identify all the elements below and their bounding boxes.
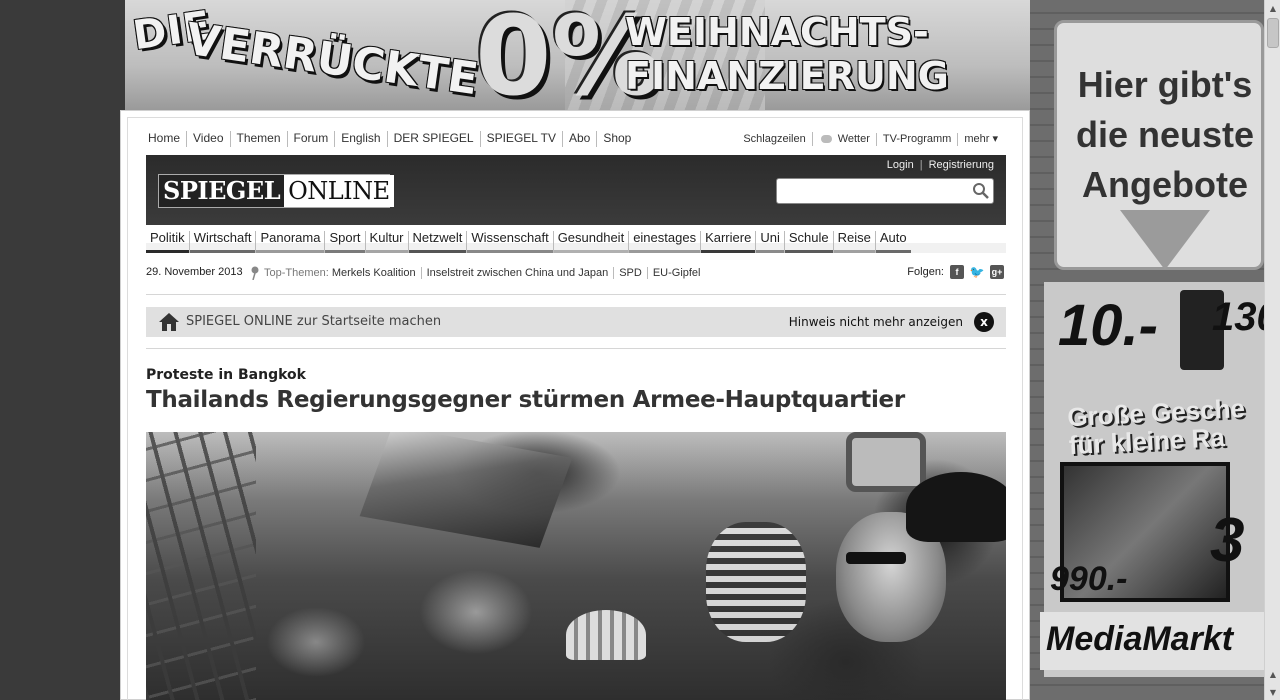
nav-wetter-label: Wetter (837, 132, 870, 145)
weather-icon (819, 132, 835, 146)
section-netzwelt[interactable]: Netzwelt (407, 231, 467, 253)
section-politik[interactable]: Politik (146, 231, 189, 253)
page-container: Home Video Themen Forum English DER SPIE… (120, 110, 1030, 700)
scroll-down-button[interactable]: ▲ (1265, 666, 1280, 682)
nav-home[interactable]: Home (146, 131, 186, 147)
register-link[interactable]: Registrierung (929, 159, 994, 171)
section-wirtschaft[interactable]: Wirtschaft (188, 231, 256, 253)
nav-der-spiegel[interactable]: DER SPIEGEL (386, 131, 480, 147)
section-einestages[interactable]: einestages (628, 231, 700, 253)
nav-schlagzeilen[interactable]: Schlagzeilen (737, 133, 811, 146)
search-input[interactable] (776, 178, 994, 204)
nav-mehr-dropdown[interactable]: mehr ▾ (957, 132, 1004, 146)
skyscraper-ad[interactable]: Hier gibt's die neuste Angebote 10.- 130… (1030, 0, 1264, 700)
section-kultur[interactable]: Kultur (364, 231, 408, 253)
current-date: 29. November 2013 (146, 266, 243, 278)
ad-sign-line1: Hier gibt's (1077, 64, 1253, 105)
section-sport[interactable]: Sport (324, 231, 365, 253)
banner-verrueckte-text: VERRÜCKTE (182, 13, 482, 106)
homepage-hint-bar: SPIEGEL ONLINE zur Startseite machen Hin… (146, 307, 1006, 337)
section-nav: Politik Wirtschaft Panorama Sport Kultur Netz… (146, 231, 1006, 253)
scroll-down-button-2[interactable]: ▼ (1265, 684, 1280, 700)
banner-line-finanzierung: FINANZIERUNG (625, 54, 949, 98)
close-icon[interactable]: x (974, 312, 994, 332)
login-separator: | (919, 159, 923, 171)
logo-spiegel: SPIEGEL (159, 175, 285, 207)
section-wissenschaft[interactable]: Wissenschaft (466, 231, 554, 253)
pin-icon (251, 266, 259, 280)
ad-brand-logo: MediaMarkt (1046, 620, 1234, 658)
divider (146, 348, 1006, 349)
ad-price-990: 990.- (1050, 560, 1128, 598)
photo-sunglasses (846, 552, 906, 564)
googleplus-icon[interactable]: g+ (990, 265, 1004, 279)
banner-ad[interactable]: DIE VERRÜCKTE 0% WEIHNACHTS- FINANZIERUN… (125, 0, 1030, 110)
section-reise[interactable]: Reise (832, 231, 876, 253)
photo-gate (146, 432, 256, 700)
section-panorama[interactable]: Panorama (255, 231, 325, 253)
nav-video[interactable]: Video (186, 131, 229, 147)
photo-drum (846, 432, 926, 492)
ad-sign-line3: Angebote (1082, 164, 1248, 205)
nav-spiegel-tv[interactable]: SPIEGEL TV (479, 131, 562, 147)
banner-line-weihnachts: WEIHNACHTS- (625, 10, 929, 54)
home-icon (159, 313, 179, 331)
ad-price-3: 3 (1210, 506, 1245, 575)
service-nav: Home Video Themen Forum English DER SPIE… (146, 131, 637, 147)
section-gesundheit[interactable]: Gesundheit (552, 231, 629, 253)
logo-online: ONLINE (284, 175, 394, 207)
ad-sign-line2: die neuste (1075, 114, 1255, 155)
nav-abo[interactable]: Abo (561, 131, 596, 147)
topic-link[interactable]: Merkels Koalition (332, 267, 421, 279)
article-headline[interactable]: Thailands Regierungsgegner stürmen Armee… (146, 387, 1006, 413)
top-topics-label: Top-Themen: (264, 267, 329, 279)
divider (146, 294, 1006, 295)
scroll-thumb[interactable] (1267, 18, 1279, 48)
article-kicker[interactable]: Proteste in Bangkok (146, 367, 306, 383)
ad-price-10: 10.- (1058, 293, 1158, 358)
nav-english[interactable]: English (334, 131, 386, 147)
article-photo[interactable] (146, 432, 1006, 700)
spiegel-online-logo[interactable]: SPIEGEL ONLINE (158, 174, 394, 208)
topic-link[interactable]: SPD (613, 267, 647, 279)
login-bar: Login | Registrierung (887, 159, 994, 171)
nav-wetter[interactable]: Wetter (811, 132, 876, 146)
search-icon[interactable] (972, 182, 990, 200)
ad-arrow (1120, 210, 1210, 270)
nav-tv-programm[interactable]: TV-Programm (875, 132, 957, 146)
banner-weihnachts-text: WEIHNACHTS- FINANZIERUNG (625, 10, 949, 98)
hint-dismiss-link[interactable]: Hinweis nicht mehr anzeigen (789, 315, 963, 329)
section-schule[interactable]: Schule (783, 231, 833, 253)
facebook-icon[interactable]: f (950, 265, 964, 279)
topic-link[interactable]: EU-Gipfel (646, 267, 706, 279)
nav-forum[interactable]: Forum (286, 131, 335, 147)
photo-helmet (566, 610, 646, 660)
date-row: 29. November 2013 Top-Themen: Merkels Ko… (146, 265, 1006, 286)
section-auto[interactable]: Auto (874, 231, 911, 253)
ad-price-130: 130 (1212, 295, 1264, 339)
ad-sign-text: Hier gibt's die neuste Angebote (1065, 60, 1264, 210)
ad-slogan: Große Gesche für kleine Ra (1067, 393, 1264, 460)
photo-striped-scarf (706, 522, 806, 642)
top-topics: Top-Themen: Merkels Koalition Inselstrei… (250, 266, 706, 280)
hint-text[interactable]: SPIEGEL ONLINE zur Startseite machen (186, 314, 441, 329)
section-karriere[interactable]: Karriere (700, 231, 756, 253)
nav-shop[interactable]: Shop (596, 131, 637, 147)
vertical-scrollbar[interactable]: ▲ ▲ ▼ (1264, 0, 1280, 700)
site-header: SPIEGEL ONLINE Login | Registrierung (146, 155, 1006, 225)
topic-link[interactable]: Inselstreit zwischen China und Japan (420, 267, 614, 279)
follow-links: Folgen: f 🐦 g+ (907, 265, 1004, 279)
top-right-nav: Schlagzeilen Wetter TV-Programm mehr ▾ (737, 131, 1004, 147)
nav-themen[interactable]: Themen (229, 131, 287, 147)
photo-cap (906, 472, 1006, 542)
login-link[interactable]: Login (887, 159, 914, 171)
follow-label: Folgen: (907, 266, 944, 278)
scroll-up-button[interactable]: ▲ (1265, 0, 1280, 16)
section-uni[interactable]: Uni (755, 231, 784, 253)
photo-flag (359, 432, 573, 548)
twitter-icon[interactable]: 🐦 (970, 265, 985, 279)
